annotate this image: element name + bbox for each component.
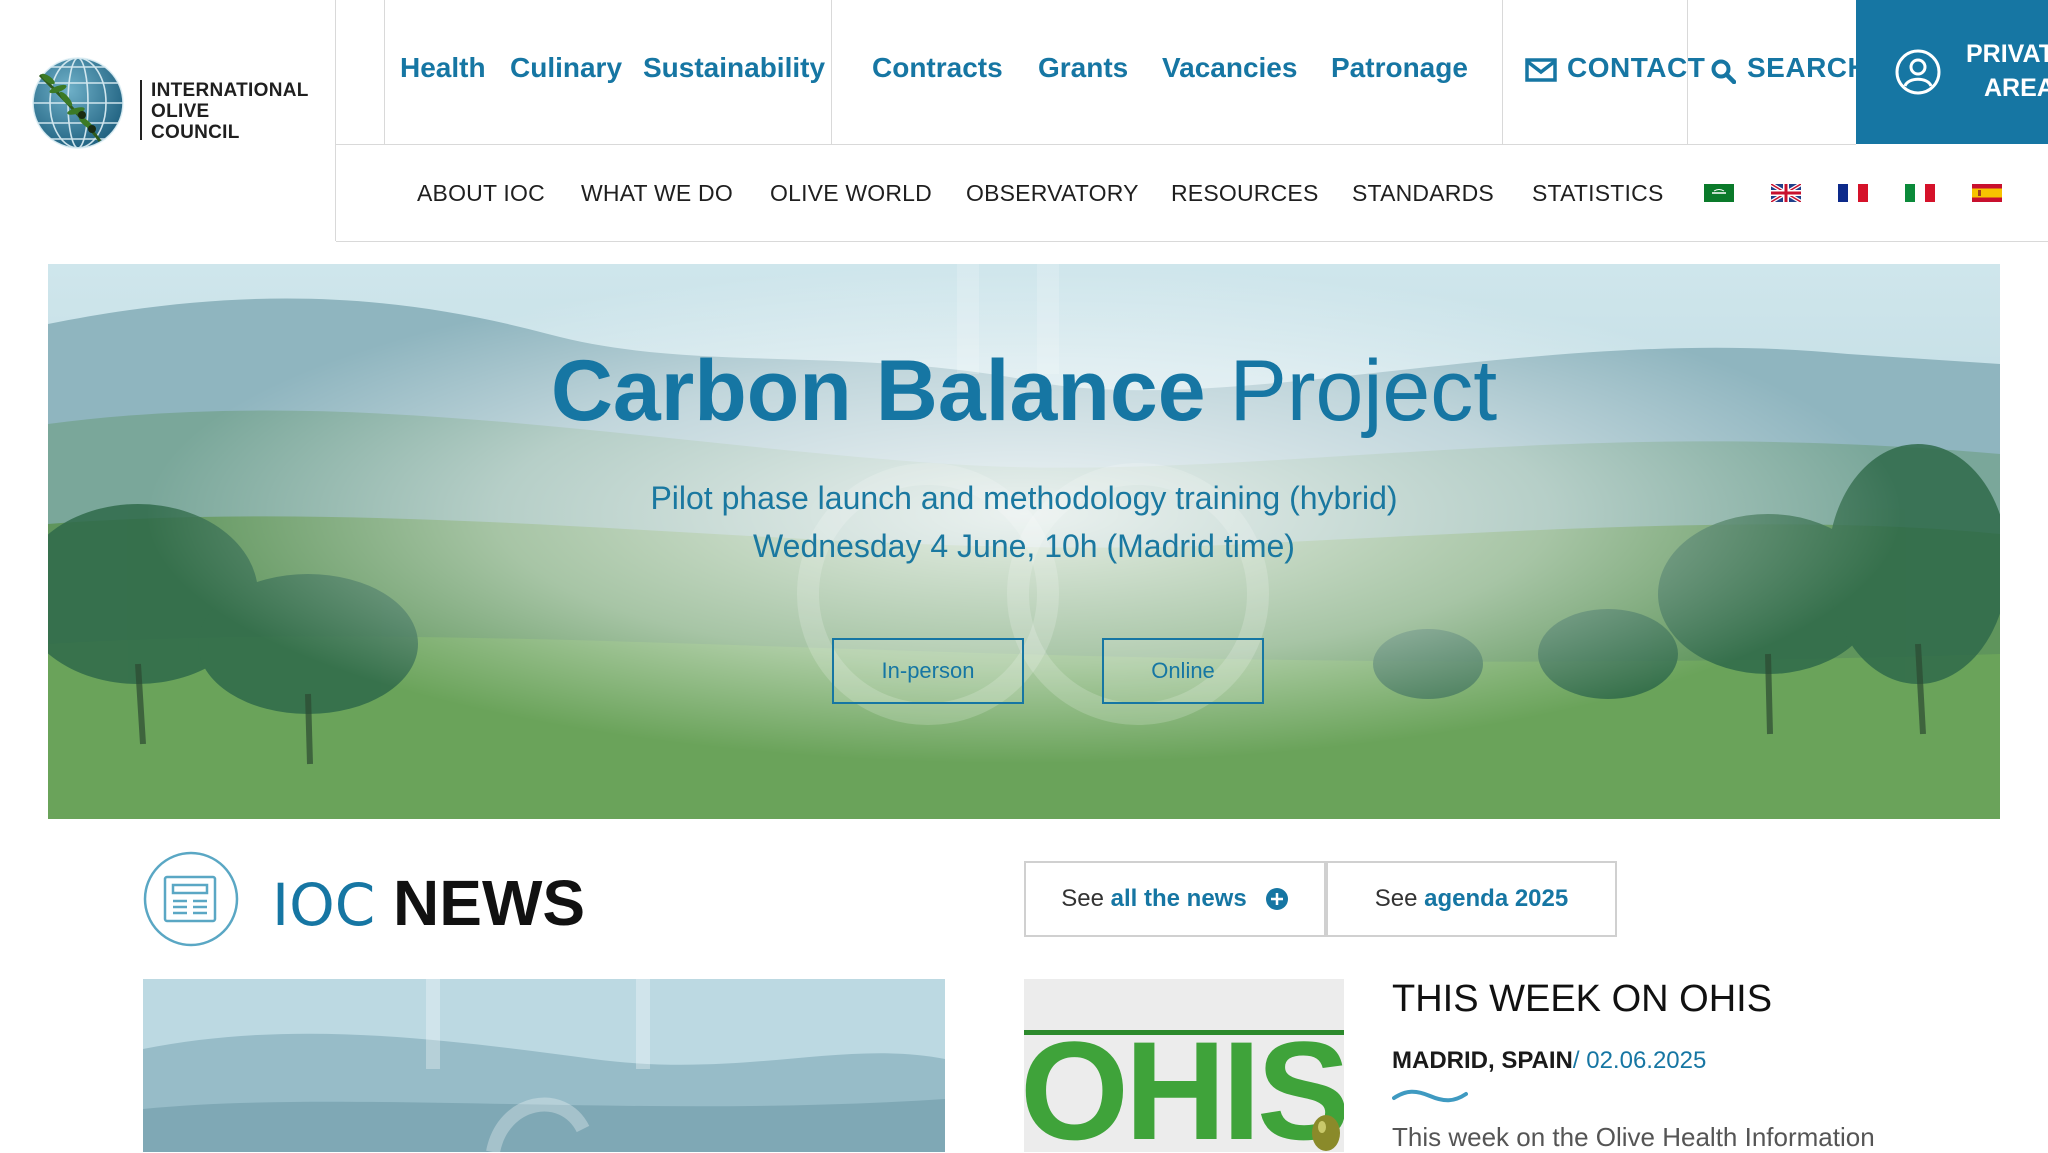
- private-area-label-line1: PRIVAT: [1966, 40, 2048, 68]
- flag-spanish-icon[interactable]: [1972, 184, 2002, 202]
- featured-news-image[interactable]: [143, 979, 945, 1152]
- hero-title-bold: Carbon Balance: [550, 343, 1206, 439]
- see-agenda-button[interactable]: See agenda 2025: [1326, 861, 1617, 937]
- newspaper-icon: [143, 851, 239, 947]
- hero-title-light: Project: [1229, 343, 1498, 439]
- news-item-place: MADRID, SPAIN: [1392, 1047, 1573, 1074]
- topbar-separator: [384, 0, 385, 144]
- news-item-headline[interactable]: THIS WEEK ON OHIS: [1392, 978, 1772, 1021]
- user-circle-icon: [1895, 49, 1941, 95]
- nav-observatory[interactable]: OBSERVATORY: [966, 180, 1139, 207]
- flag-arabic-icon[interactable]: [1704, 184, 1734, 202]
- nav-standards[interactable]: STANDARDS: [1352, 180, 1494, 207]
- search-icon[interactable]: [1710, 58, 1737, 85]
- topbar-separator: [1502, 0, 1503, 144]
- in-person-button[interactable]: In-person: [832, 638, 1024, 704]
- ohis-wordmark: OHIS: [1024, 1012, 1344, 1153]
- toplink-contracts[interactable]: Contracts: [872, 52, 1003, 84]
- ohis-news-thumbnail[interactable]: OHIS: [1024, 979, 1344, 1152]
- toplink-sustainability[interactable]: Sustainability: [643, 52, 825, 84]
- news-item-excerpt: This week on the Olive Health Informatio…: [1392, 1122, 1875, 1152]
- featured-news-landscape: [143, 979, 945, 1152]
- news-section-title: IOC NEWS: [272, 866, 585, 940]
- flag-italian-icon[interactable]: [1905, 184, 1935, 202]
- private-area-label-line2: AREA: [1984, 74, 2048, 102]
- hero-subtitle-line2: Wednesday 4 June, 10h (Madrid time): [753, 528, 1295, 564]
- see-agenda-highlight: agenda 2025: [1424, 885, 1569, 912]
- hero-title: Carbon Balance Project: [48, 342, 2000, 441]
- toplink-grants[interactable]: Grants: [1038, 52, 1128, 84]
- news-item-meta: MADRID, SPAIN/ 02.06.2025: [1392, 1047, 1706, 1075]
- logo-divider: [140, 80, 142, 140]
- ioc-globe-logo-icon: [32, 57, 124, 149]
- see-agenda-prefix: See: [1374, 885, 1418, 912]
- wave-divider-icon: [1392, 1089, 1468, 1103]
- toplink-patronage[interactable]: Patronage: [1331, 52, 1468, 84]
- toplink-culinary[interactable]: Culinary: [510, 52, 622, 84]
- news-item-date: / 02.06.2025: [1572, 1047, 1707, 1074]
- hero-banner: Carbon Balance Project Pilot phase launc…: [48, 264, 2000, 819]
- logo-text-line1: INTERNATIONAL: [151, 80, 309, 101]
- see-all-prefix: See: [1061, 885, 1104, 912]
- contact-link[interactable]: CONTACT: [1567, 52, 1705, 84]
- flag-english-icon[interactable]: [1771, 184, 1801, 202]
- news-title-bold: NEWS: [393, 867, 586, 939]
- search-link[interactable]: SEARCH: [1747, 52, 1868, 84]
- nav-what-we-do[interactable]: WHAT WE DO: [581, 180, 733, 207]
- topbar-separator: [831, 0, 832, 144]
- private-area-button[interactable]: PRIVAT AREA: [1856, 0, 2048, 144]
- logo-text-line2: OLIVE: [151, 101, 210, 122]
- mail-icon[interactable]: [1525, 56, 1557, 84]
- online-button[interactable]: Online: [1102, 638, 1264, 704]
- nav-olive-world[interactable]: OLIVE WORLD: [770, 180, 932, 207]
- hero-subtitle-line1: Pilot phase launch and methodology train…: [650, 480, 1398, 516]
- news-title-light: IOC: [272, 871, 376, 939]
- plus-circle-icon: [1265, 888, 1288, 910]
- logo-area[interactable]: INTERNATIONAL OLIVE COUNCIL: [0, 0, 336, 241]
- nav-resources[interactable]: RESOURCES: [1171, 180, 1319, 207]
- toplink-vacancies[interactable]: Vacancies: [1162, 52, 1297, 84]
- see-all-news-button[interactable]: See all the news: [1024, 861, 1326, 937]
- nav-statistics[interactable]: STATISTICS: [1532, 180, 1664, 207]
- flag-french-icon[interactable]: [1838, 184, 1868, 202]
- see-all-highlight: all the news: [1110, 885, 1247, 912]
- toplink-health[interactable]: Health: [400, 52, 486, 84]
- olive-icon: [1312, 1115, 1340, 1151]
- logo-text-line3: COUNCIL: [151, 122, 240, 143]
- nav-about-ioc[interactable]: ABOUT IOC: [417, 180, 545, 207]
